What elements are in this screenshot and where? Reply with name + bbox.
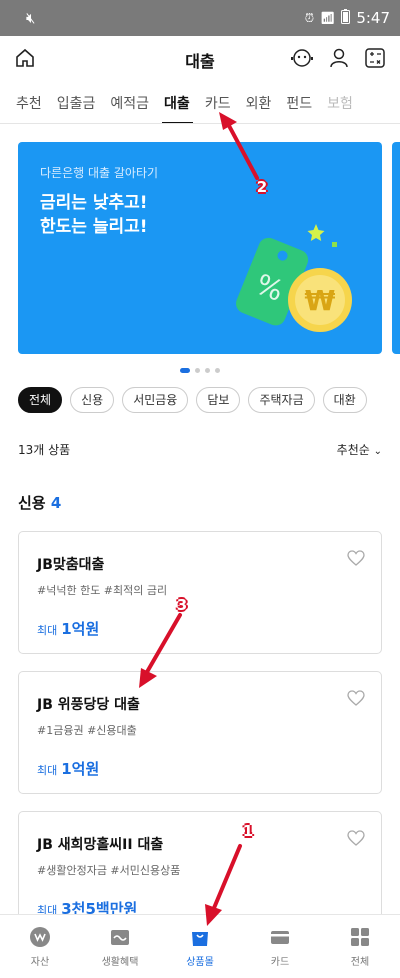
chatbot-icon[interactable] xyxy=(290,47,314,73)
banner-eyebrow: 다른은행 대출 갈아타기 xyxy=(40,166,159,180)
nav-label: 상품몰 xyxy=(186,956,214,968)
product-tags: #1금융권 #신용대출 xyxy=(37,724,137,737)
nav-product-mall[interactable]: 상품몰 xyxy=(160,915,240,978)
status-bar: 🔇︎ ⏰︎ 📶︎ 5:47 xyxy=(0,0,400,36)
promo-carousel[interactable]: 다른은행 대출 갈아타기 금리는 낮추고! 한도는 늘리고! % ₩ xyxy=(0,142,400,354)
mute-icon: 🔇︎ xyxy=(26,9,36,27)
calculator-icon[interactable] xyxy=(364,47,386,73)
tab-recommend[interactable]: 추천 xyxy=(16,84,53,123)
section-title: 신용 4 xyxy=(0,492,400,513)
category-tabs: 추천 입출금 예적금 대출 카드 외환 펀드 보험 xyxy=(0,84,400,124)
tab-forex[interactable]: 외환 xyxy=(246,84,283,123)
nav-label: 전체 xyxy=(350,956,370,968)
product-count: 13개 상품 xyxy=(18,443,71,457)
tab-insurance[interactable]: 보험 xyxy=(327,84,364,123)
limit-label: 최대 xyxy=(37,624,58,637)
limit-value: 1억원 xyxy=(61,760,100,778)
product-card[interactable]: JB맞춤대출 #넉넉한 한도 #최적의 금리 최대 1억원 xyxy=(18,531,382,654)
nav-assets[interactable]: 자산 xyxy=(0,915,80,978)
tab-loan[interactable]: 대출 xyxy=(162,84,201,123)
chip-housing[interactable]: 주택자금 xyxy=(248,387,315,413)
assets-icon xyxy=(30,926,50,947)
sort-label: 추천순 xyxy=(336,443,370,457)
wifi-icon: 📶︎ xyxy=(320,11,336,25)
carousel-dot xyxy=(195,368,200,373)
benefits-icon xyxy=(111,929,129,945)
nav-benefits[interactable]: 생활혜택 xyxy=(80,915,160,978)
bottom-nav: 자산 생활혜택 상품몰 카드 전체 xyxy=(0,914,400,978)
limit-label: 최대 xyxy=(37,764,58,777)
user-icon[interactable] xyxy=(328,47,350,73)
carousel-dot xyxy=(180,368,190,373)
chevron-down-icon: ⌄ xyxy=(373,446,382,457)
nav-card[interactable]: 카드 xyxy=(240,915,320,978)
chip-credit[interactable]: 신용 xyxy=(70,387,115,413)
heart-icon[interactable] xyxy=(347,550,365,570)
product-tags: #넉넉한 한도 #최적의 금리 xyxy=(37,584,168,597)
chip-collateral[interactable]: 담보 xyxy=(196,387,241,413)
tab-fund[interactable]: 펀드 xyxy=(286,84,323,123)
tab-deposit[interactable]: 입출금 xyxy=(57,84,107,123)
chip-low-income[interactable]: 서민금융 xyxy=(122,387,189,413)
carousel-dot xyxy=(215,368,220,373)
battery-icon xyxy=(341,8,351,28)
limit-value: 1억원 xyxy=(61,620,100,638)
section-count: 4 xyxy=(50,494,62,512)
heart-icon[interactable] xyxy=(347,830,365,850)
carousel-dots xyxy=(0,368,400,373)
product-name: JB 위풍당당 대출 xyxy=(37,697,140,713)
nav-label: 자산 xyxy=(30,956,50,968)
product-tags: #생활안정자금 #서민신용상품 xyxy=(37,864,181,877)
home-icon[interactable] xyxy=(14,47,36,73)
product-name: JB맞춤대출 xyxy=(37,557,105,573)
discount-tag-coin-illustration: % ₩ xyxy=(235,224,352,332)
section-title-label: 신용 xyxy=(18,494,46,512)
top-bar: 대출 xyxy=(0,36,400,84)
product-card[interactable]: JB 위풍당당 대출 #1금융권 #신용대출 최대 1억원 xyxy=(18,671,382,794)
tab-savings[interactable]: 예적금 xyxy=(110,84,160,123)
nav-label: 생활혜택 xyxy=(101,956,139,968)
product-name: JB 새희망홀씨II 대출 xyxy=(37,837,164,853)
promo-banner[interactable]: 다른은행 대출 갈아타기 금리는 낮추고! 한도는 늘리고! % ₩ xyxy=(18,142,382,354)
status-time: 5:47 xyxy=(356,9,390,27)
chip-refinance[interactable]: 대환 xyxy=(322,387,367,413)
carousel-dot xyxy=(205,368,210,373)
sort-dropdown[interactable]: 추천순 ⌄ xyxy=(337,441,382,458)
nav-all[interactable]: 전체 xyxy=(320,915,400,978)
chip-all[interactable]: 전체 xyxy=(18,387,63,413)
shopping-bag-icon xyxy=(192,931,208,946)
alarm-icon: ⏰︎ xyxy=(304,10,315,25)
next-banner-peek xyxy=(392,142,400,354)
grid-icon xyxy=(351,927,369,946)
card-icon xyxy=(271,930,289,944)
filter-chips: 전체 신용 서민금융 담보 주택자금 대환 xyxy=(0,387,400,413)
tab-card[interactable]: 카드 xyxy=(205,84,242,123)
heart-icon[interactable] xyxy=(347,690,365,710)
svg-text:₩: ₩ xyxy=(305,284,336,317)
nav-label: 카드 xyxy=(270,956,290,968)
